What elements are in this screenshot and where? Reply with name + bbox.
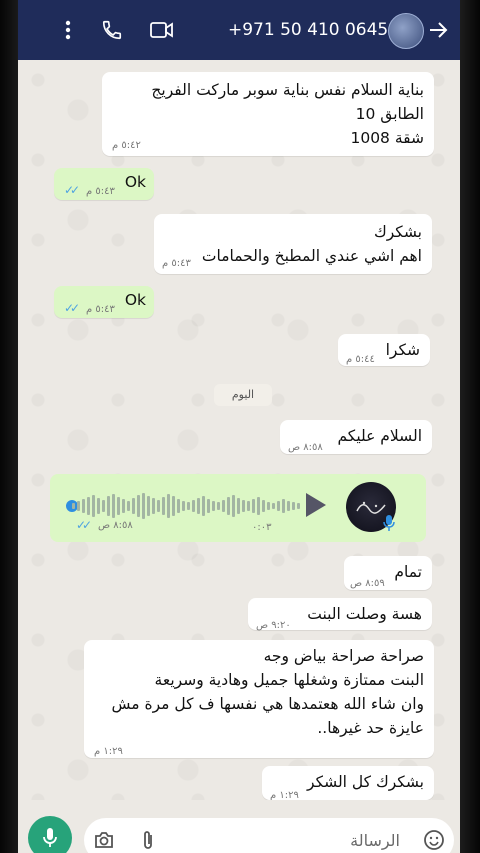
message-time: ٨:٥٨ ص	[288, 442, 323, 453]
waveform-bar	[152, 498, 155, 514]
waveform-bar	[237, 498, 240, 514]
message-input-container[interactable]	[84, 818, 454, 853]
waveform-bar	[92, 495, 95, 517]
more-vert-icon[interactable]	[56, 18, 80, 42]
waveform-bar	[162, 497, 165, 515]
waveform-bar	[77, 501, 80, 511]
waveform-bar	[192, 500, 195, 512]
waveform-bar	[112, 494, 115, 518]
message-bubble[interactable]: شكرا ٥:٤٤ م	[338, 334, 430, 366]
message-bubble[interactable]: هسة وصلت البنت ٩:٢٠ ص	[248, 598, 432, 631]
back-arrow-icon[interactable]	[426, 18, 450, 42]
phone-bezel-left	[0, 0, 18, 853]
video-call-icon[interactable]	[150, 18, 174, 42]
waveform-bar	[232, 495, 235, 517]
mic-icon	[382, 514, 396, 532]
waveform-bar	[147, 496, 150, 516]
composer-bar	[18, 800, 460, 853]
waveform-bar	[207, 499, 210, 513]
record-voice-button[interactable]	[28, 816, 72, 853]
waveform-bar	[242, 500, 245, 512]
waveform-bar	[97, 498, 100, 514]
waveform-bar	[182, 501, 185, 511]
waveform-bar	[187, 502, 190, 510]
waveform-bar	[122, 499, 125, 513]
waveform-bar	[267, 502, 270, 510]
waveform-bar	[137, 495, 140, 517]
waveform-bar	[197, 498, 200, 514]
waveform-bar	[247, 501, 250, 511]
waveform-bar	[117, 497, 120, 515]
message-text: بشكرك اهم اشي عندي المطبخ والحمامات	[201, 223, 422, 265]
message-bubble-outgoing[interactable]: Ok ٥:٤٣ م ✓✓	[54, 168, 154, 200]
message-text: صراحة صراحة بياض وجه البنت ممتازة وشغلها…	[111, 647, 424, 737]
waveform-bar	[277, 501, 280, 511]
message-time: ٥:٤٤ م	[346, 354, 375, 365]
contact-title[interactable]: +971 50 410 0645	[228, 20, 388, 40]
waveform-bar	[252, 499, 255, 513]
mic-icon	[43, 828, 57, 847]
message-bubble[interactable]: بشكرك كل الشكر ١:٢٩ م	[262, 766, 434, 801]
contact-avatar[interactable]	[388, 13, 424, 49]
waveform-bar	[297, 503, 300, 509]
message-bubble[interactable]: بناية السلام نفس بناية سوبر ماركت الفريج…	[102, 72, 434, 156]
read-ticks-icon: ✓✓	[76, 518, 92, 532]
message-time: ٨:٥٩ ص	[350, 578, 385, 589]
date-separator: اليوم	[214, 384, 272, 406]
waveform-bar	[72, 503, 75, 509]
read-ticks-icon: ✓✓	[64, 301, 80, 315]
waveform-bar	[167, 494, 170, 518]
waveform-bar	[102, 500, 105, 512]
waveform-bar	[282, 499, 285, 513]
waveform-bar	[272, 503, 275, 509]
message-bubble-outgoing[interactable]: Ok ٥:٤٣ م ✓✓	[54, 286, 154, 318]
waveform-bar	[257, 497, 260, 515]
message-time: ٨:٥٨ ص	[98, 520, 133, 531]
waveform-bar	[107, 496, 110, 516]
waveform-bar	[87, 497, 90, 515]
waveform-bar	[217, 502, 220, 510]
waveform-bar	[202, 496, 205, 516]
phone-bezel-right	[460, 0, 480, 853]
chat-screen: +971 50 410 0645 بناية السلام نفس بناية …	[18, 0, 460, 853]
message-bubble[interactable]: تمام ٨:٥٩ ص	[344, 556, 432, 590]
message-bubble[interactable]: بشكرك اهم اشي عندي المطبخ والحمامات ٥:٤٣…	[154, 214, 432, 274]
message-bubble[interactable]: صراحة صراحة بياض وجه البنت ممتازة وشغلها…	[84, 640, 434, 758]
message-time: ٥:٤٣ م	[162, 258, 191, 269]
waveform-bar	[292, 502, 295, 510]
waveform-bar	[142, 493, 145, 519]
message-time: ٥:٤٣ م	[86, 304, 115, 315]
waveform-bar	[222, 500, 225, 512]
read-ticks-icon: ✓✓	[64, 183, 80, 197]
waveform-bar	[287, 501, 290, 511]
play-icon[interactable]	[306, 493, 326, 517]
message-bubble[interactable]: السلام عليكم ٨:٥٨ ص	[280, 420, 432, 454]
call-icon[interactable]	[100, 18, 124, 42]
waveform-bar	[127, 501, 130, 511]
chat-header: +971 50 410 0645	[18, 0, 460, 60]
waveform-bar	[177, 499, 180, 513]
waveform-bar	[82, 499, 85, 513]
waveform-bar	[132, 498, 135, 514]
voice-message[interactable]: ٠:٠٣ ٨:٥٨ ص ✓✓	[50, 474, 426, 542]
waveform-bar	[227, 497, 230, 515]
phone-frame: +971 50 410 0645 بناية السلام نفس بناية …	[0, 0, 480, 853]
message-time: ٥:٤٣ م	[86, 186, 115, 197]
message-text: بناية السلام نفس بناية سوبر ماركت الفريج…	[151, 81, 424, 147]
camera-icon[interactable]	[92, 828, 116, 852]
attach-icon[interactable]	[136, 828, 160, 852]
voice-waveform[interactable]	[72, 492, 302, 520]
waveform-bar	[172, 496, 175, 516]
waveform-bar	[262, 500, 265, 512]
emoji-icon[interactable]	[422, 828, 446, 852]
message-time: ٩:٢٠ ص	[256, 620, 291, 631]
voice-duration: ٠:٠٣	[252, 522, 272, 533]
waveform-bar	[157, 500, 160, 512]
message-time: ٥:٤٢ م	[112, 140, 141, 151]
message-time: ١:٢٩ م	[94, 746, 123, 757]
waveform-bar	[212, 501, 215, 511]
message-input[interactable]	[250, 827, 400, 853]
